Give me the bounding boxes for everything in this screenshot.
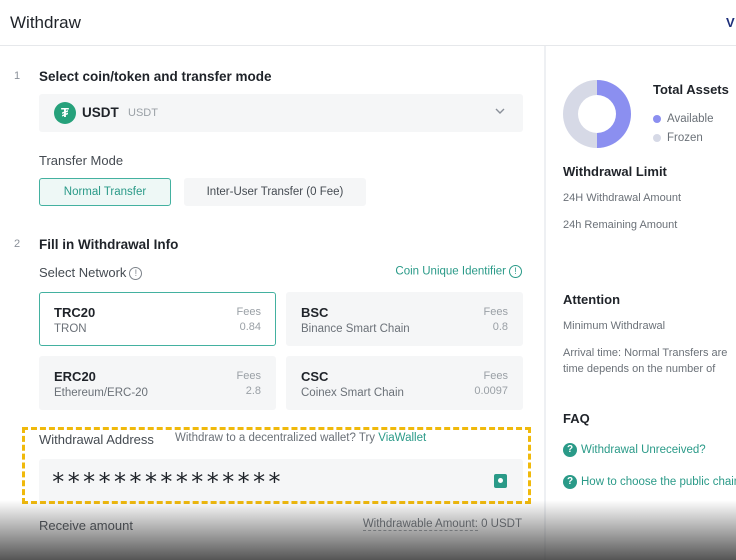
faq-item-withdrawal-unreceived[interactable]: ? Withdrawal Unreceived? (563, 443, 706, 457)
fees-label: Fees (236, 306, 261, 318)
withdrawable-amount: Withdrawable Amount: 0 USDT (362, 518, 522, 531)
fees-label: Fees (483, 370, 508, 382)
fees-label: Fees (236, 370, 261, 382)
faq-item-choose-public-chain[interactable]: ? How to choose the public chain (563, 475, 736, 489)
total-assets-title: Total Assets (653, 82, 729, 97)
network-option-csc[interactable]: CSC Coinex Smart Chain Fees 0.0097 (286, 356, 523, 410)
minimum-withdrawal: Minimum Withdrawal (563, 320, 666, 332)
network-name: BSC (301, 305, 329, 320)
withdraw-form: 1 Select coin/token and transfer mode ₮ … (0, 46, 544, 560)
network-name: TRC20 (54, 305, 96, 320)
withdrawal-limit-title: Withdrawal Limit (563, 164, 667, 179)
select-network-label: Select Network! (39, 265, 143, 281)
normal-transfer-button[interactable]: Normal Transfer (39, 178, 171, 206)
fees-value: 2.8 (245, 385, 261, 397)
coin-sub-label: USDT (128, 107, 158, 119)
receive-amount-label: Receive amount (39, 518, 133, 533)
withdrawable-label: Withdrawable Amount: (362, 518, 478, 531)
fees-value: 0.0097 (474, 385, 508, 397)
coin-unique-identifier-text: Coin Unique Identifier (395, 265, 506, 278)
chevron-down-icon (495, 108, 505, 114)
faq-item-label: How to choose the public chain (581, 476, 736, 489)
withdrawal-address-label: Withdrawal Address (39, 432, 154, 447)
corner-logo[interactable]: V (726, 15, 736, 30)
withdrawable-value: 0 USDT (481, 518, 522, 530)
legend-dot (653, 114, 661, 123)
wallet-hint-text: Withdraw to a decentralized wallet? Try (175, 432, 376, 444)
viawallet-link[interactable]: ViaWallet (378, 432, 426, 444)
tether-icon: ₮ (54, 102, 76, 124)
network-desc: Coinex Smart Chain (301, 387, 404, 399)
remaining-amount-24h: 24h Remaining Amount (563, 219, 678, 231)
info-icon: ! (509, 265, 522, 278)
top-bar: Withdraw V (0, 0, 736, 46)
select-network-text: Select Network (39, 265, 127, 280)
faq-title: FAQ (563, 411, 590, 426)
network-desc: Binance Smart Chain (301, 323, 410, 335)
legend-frozen: Frozen (653, 132, 703, 144)
withdrawal-address-input[interactable]: *************** (39, 459, 523, 503)
faq-item-label: Withdrawal Unreceived? (581, 444, 706, 457)
step-2-number: 2 (14, 238, 21, 250)
address-book-icon[interactable] (494, 474, 507, 488)
info-icon[interactable]: ! (129, 267, 143, 281)
network-desc: TRON (54, 323, 87, 335)
legend-dot (653, 133, 661, 142)
legend-label: Available (667, 113, 714, 125)
question-icon: ? (563, 475, 577, 489)
legend-label: Frozen (667, 132, 703, 144)
wallet-hint: Withdraw to a decentralized wallet? Try … (175, 432, 426, 444)
fees-label: Fees (483, 306, 508, 318)
attention-title: Attention (563, 292, 621, 307)
page-title: Withdraw (10, 13, 81, 32)
address-value: *************** (51, 468, 283, 496)
step-1-number: 1 (14, 70, 21, 82)
transfer-mode-label: Transfer Mode (39, 153, 124, 168)
network-name: ERC20 (54, 369, 96, 384)
arrival-time-line-2: time depends on the number of (563, 363, 716, 375)
step-2-title: Fill in Withdrawal Info (39, 237, 179, 252)
assets-donut-chart (563, 80, 631, 148)
network-option-trc20[interactable]: TRC20 TRON Fees 0.84 (39, 292, 276, 346)
coin-symbol: USDT (82, 105, 119, 120)
inter-user-transfer-button[interactable]: Inter-User Transfer (0 Fee) (184, 178, 366, 206)
fees-value: 0.84 (239, 321, 261, 333)
fees-value: 0.8 (492, 321, 508, 333)
network-name: CSC (301, 369, 329, 384)
withdrawal-amount-24h: 24H Withdrawal Amount (563, 192, 681, 204)
coin-unique-identifier-link[interactable]: Coin Unique Identifier! (395, 265, 522, 278)
account-summary-panel: Total Assets Available Frozen Withdrawal… (546, 46, 736, 560)
network-option-erc20[interactable]: ERC20 Ethereum/ERC-20 Fees 2.8 (39, 356, 276, 410)
network-desc: Ethereum/ERC-20 (54, 387, 148, 399)
network-option-bsc[interactable]: BSC Binance Smart Chain Fees 0.8 (286, 292, 523, 346)
arrival-time-line-1: Arrival time: Normal Transfers are (563, 347, 728, 359)
question-icon: ? (563, 443, 577, 457)
legend-available: Available (653, 113, 713, 125)
step-1-title: Select coin/token and transfer mode (39, 69, 272, 84)
coin-select-dropdown[interactable]: ₮ USDT USDT (39, 94, 523, 132)
